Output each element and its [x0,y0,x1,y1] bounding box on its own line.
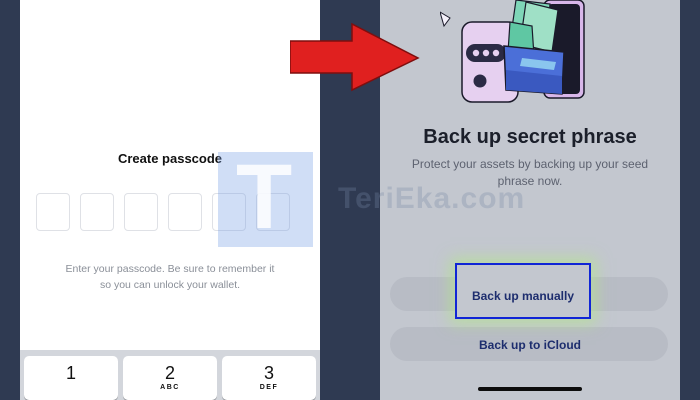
passcode-hint-line-1: Enter your passcode. Be sure to remember… [65,263,275,275]
numeric-keypad: 1 2 ABC 3 DEF [20,350,320,400]
passcode-hint: Enter your passcode. Be sure to remember… [20,261,320,293]
key-number: 1 [65,363,76,383]
home-indicator [478,387,582,391]
backup-manually-label[interactable]: Back up manually [457,289,589,303]
backup-icloud-label[interactable]: Back up to iCloud [380,338,680,352]
wallet-illustration-icon [440,0,585,103]
watermark-logo-letter: T [236,146,293,248]
backup-subtitle-line-1: Protect your assets by backing up your s… [411,157,649,171]
keypad-key-1[interactable]: 1 [24,356,118,400]
key-letters: ABC [160,384,180,391]
watermark-text: TeriEka.com [338,182,526,215]
keypad-key-2[interactable]: 2 ABC [123,356,217,400]
red-arrow-icon [290,22,420,92]
passcode-digit-box[interactable] [124,193,158,231]
watermark-logo: T [218,146,313,248]
keypad-key-3[interactable]: 3 DEF [222,356,316,400]
backup-manually-button[interactable]: Back up manually [455,263,591,319]
key-letters: DEF [259,384,279,391]
backup-title: Back up secret phrase [423,126,637,148]
passcode-digit-box[interactable] [80,193,114,231]
passcode-hint-line-2: so you can unlock your wallet. [99,279,241,291]
passcode-digit-box[interactable] [36,193,70,231]
key-number: 2 [164,363,175,383]
key-number: 3 [263,363,274,383]
passcode-digit-box[interactable] [168,193,202,231]
